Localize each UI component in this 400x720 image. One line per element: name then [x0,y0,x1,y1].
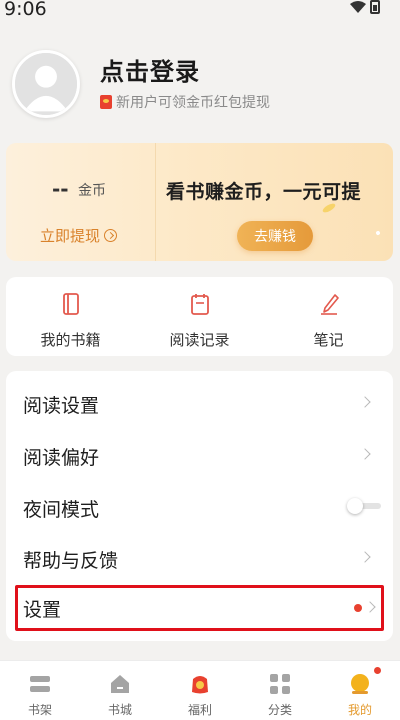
pen-icon [320,294,339,315]
menu-item-help-feedback[interactable]: 帮助与反馈 [6,532,393,584]
status-time: 9:06 [4,0,47,20]
red-packet-icon [100,95,112,109]
quick-item-my-books[interactable]: 我的书籍 [6,277,135,356]
coin-balance-panel: -- 金币 立即提现 [6,143,156,261]
menu-item-reading-settings[interactable]: 阅读设置 [6,377,393,429]
avatar[interactable] [12,50,80,118]
nav-label: 福利 [187,703,212,717]
nav-item-welfare[interactable]: 福利 [160,661,240,720]
withdraw-label: 立即提现 [40,227,101,245]
quick-item-notes[interactable]: 笔记 [264,277,393,356]
menu-item-label: 设置 [23,599,62,621]
bottom-nav: 书架 书城 福利 分类 我的 [0,660,400,720]
bookstore-icon [111,675,129,693]
chevron-right-icon [359,551,371,563]
nav-label: 分类 [267,703,292,717]
withdraw-link[interactable]: 立即提现 [40,225,118,246]
reading-record-icon [190,294,209,315]
nav-label: 书城 [107,703,132,717]
circle-arrow-icon [104,229,118,242]
welfare-icon [192,676,208,694]
quick-item-label: 阅读记录 [169,331,230,349]
quick-item-reading-record[interactable]: 阅读记录 [135,277,264,356]
notification-dot [374,667,381,674]
login-title[interactable]: 点击登录 [100,52,200,87]
profile-header: 点击登录 新用户可领金币红包提现 [12,50,392,120]
chevron-right-icon [364,601,376,613]
chevron-right-icon [359,448,371,460]
battery-icon [370,0,380,14]
status-icons [350,0,380,14]
quick-item-label: 笔记 [313,331,344,349]
night-mode-toggle[interactable] [347,498,381,514]
login-subtitle-text: 新用户可领金币红包提现 [116,95,270,111]
profile-icon [351,674,369,694]
category-icon [270,674,290,694]
nav-item-profile[interactable]: 我的 [320,661,400,720]
book-icon [62,293,79,315]
earn-button[interactable]: 去赚钱 [237,221,313,251]
menu-item-label: 夜间模式 [23,499,100,521]
coin-card: -- 金币 立即提现 看书赚金币，一元可提 去赚钱 [6,143,393,261]
login-subtitle: 新用户可领金币红包提现 [100,92,270,112]
coin-unit: 金币 [78,183,106,199]
menu-item-label: 阅读偏好 [23,447,100,469]
wifi-icon [350,1,366,13]
quick-item-label: 我的书籍 [40,331,101,349]
nav-item-bookshelf[interactable]: 书架 [0,661,80,720]
menu-item-settings[interactable]: 设置 [15,585,384,631]
status-bar: 9:06 [0,0,400,22]
nav-label: 我的 [347,703,372,717]
chevron-right-icon [359,396,371,408]
quick-actions: 我的书籍 阅读记录 笔记 [6,277,393,356]
promo-title: 看书赚金币，一元可提 [166,181,362,203]
notification-dot [354,604,362,612]
menu-item-label: 阅读设置 [23,395,100,417]
nav-item-category[interactable]: 分类 [240,661,320,720]
settings-menu: 阅读设置 阅读偏好 夜间模式 帮助与反馈 设置 [6,371,393,641]
menu-item-night-mode: 夜间模式 [6,481,393,533]
nav-label: 书架 [27,703,52,717]
toggle-knob [347,498,363,514]
coin-amount: -- [52,177,69,201]
menu-item-label: 帮助与反馈 [23,550,119,572]
menu-item-reading-preferences[interactable]: 阅读偏好 [6,429,393,481]
default-avatar-icon [15,53,77,115]
star-sparkle-icon [375,230,381,236]
bookshelf-icon [30,676,50,692]
nav-item-bookstore[interactable]: 书城 [80,661,160,720]
